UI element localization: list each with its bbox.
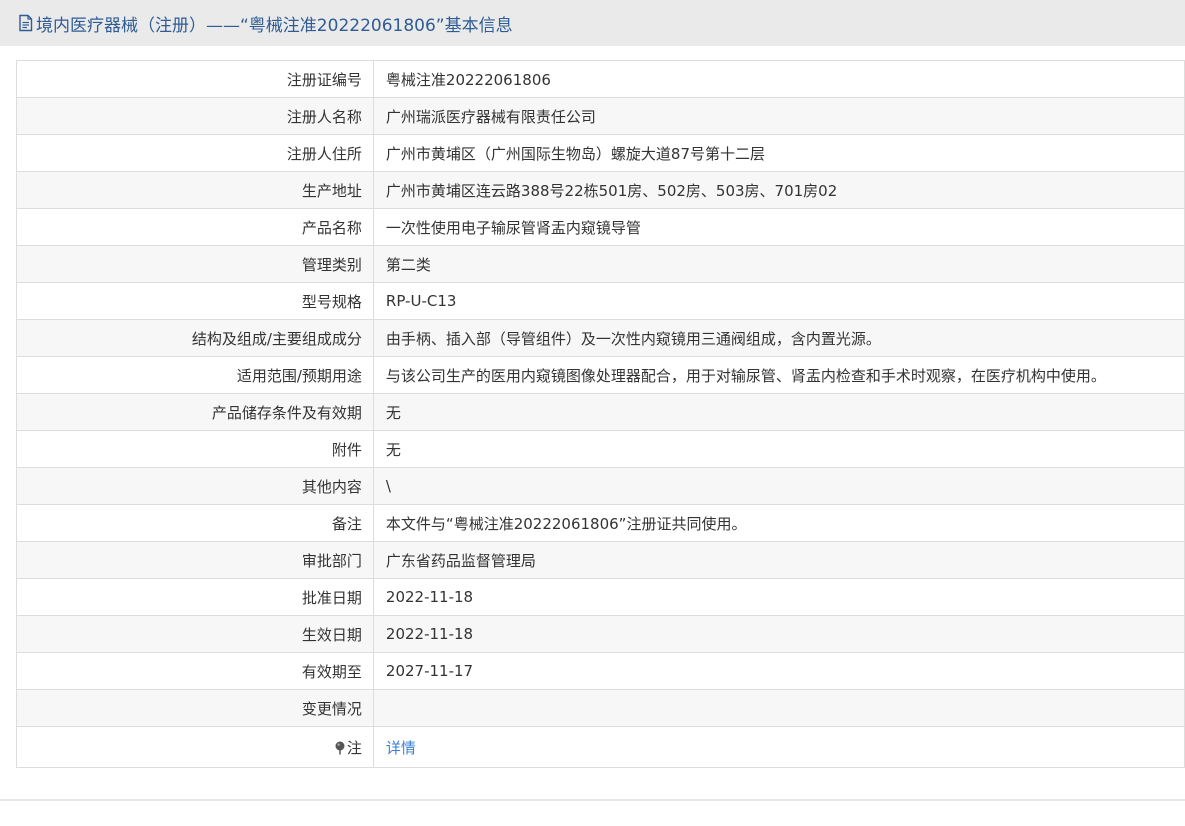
table-row: 注册人住所 广州市黄埔区（广州国际生物岛）螺旋大道87号第十二层 <box>16 134 1185 172</box>
table-row: 注册证编号 粤械注准20222061806 <box>16 60 1185 98</box>
field-value: \ <box>372 467 1185 505</box>
field-label: 生产地址 <box>16 171 374 209</box>
field-value: 2027-11-17 <box>372 652 1185 690</box>
table-row: 型号规格 RP-U-C13 <box>16 282 1185 320</box>
field-value: 广州瑞派医疗器械有限责任公司 <box>372 97 1185 135</box>
table-row: 批准日期 2022-11-18 <box>16 578 1185 616</box>
note-row: 注 详情 <box>16 726 1185 768</box>
note-label-cell: 注 <box>16 726 374 768</box>
field-value: 一次性使用电子输尿管肾盂内窥镜导管 <box>372 208 1185 246</box>
info-table: 注册证编号 粤械注准20222061806 注册人名称 广州瑞派医疗器械有限责任… <box>16 60 1185 768</box>
table-row: 注册人名称 广州瑞派医疗器械有限责任公司 <box>16 97 1185 135</box>
table-row: 备注 本文件与“粤械注准20222061806”注册证共同使用。 <box>16 504 1185 542</box>
field-label: 注册证编号 <box>16 60 374 98</box>
pin-icon <box>335 741 345 754</box>
table-row: 管理类别 第二类 <box>16 245 1185 283</box>
field-label: 审批部门 <box>16 541 374 579</box>
table-row: 产品名称 一次性使用电子输尿管肾盂内窥镜导管 <box>16 208 1185 246</box>
field-label: 结构及组成/主要组成成分 <box>16 319 374 357</box>
field-label: 附件 <box>16 430 374 468</box>
note-label: 注 <box>346 738 362 757</box>
field-label: 批准日期 <box>16 578 374 616</box>
table-row: 附件 无 <box>16 430 1185 468</box>
field-label: 注册人住所 <box>16 134 374 172</box>
field-label: 其他内容 <box>16 467 374 505</box>
field-value: 广州市黄埔区连云路388号22栋501房、502房、503房、701房02 <box>372 171 1185 209</box>
table-row: 生效日期 2022-11-18 <box>16 615 1185 653</box>
field-value: RP-U-C13 <box>372 282 1185 320</box>
field-label: 产品名称 <box>16 208 374 246</box>
field-label: 型号规格 <box>16 282 374 320</box>
field-value: 由手柄、插入部（导管组件）及一次性内窥镜用三通阀组成，含内置光源。 <box>372 319 1185 357</box>
table-row: 其他内容 \ <box>16 467 1185 505</box>
page-header: 境内医疗器械（注册）——“粤械注准20222061806”基本信息 <box>0 0 1185 46</box>
field-value: 粤械注准20222061806 <box>372 60 1185 98</box>
field-label: 产品储存条件及有效期 <box>16 393 374 431</box>
field-value: 与该公司生产的医用内窥镜图像处理器配合，用于对输尿管、肾盂内检查和手术时观察，在… <box>372 356 1185 394</box>
field-label: 生效日期 <box>16 615 374 653</box>
field-value: 2022-11-18 <box>372 615 1185 653</box>
details-link[interactable]: 详情 <box>386 739 416 757</box>
field-label: 变更情况 <box>16 689 374 727</box>
field-label: 适用范围/预期用途 <box>16 356 374 394</box>
field-value <box>372 689 1185 727</box>
field-value: 2022-11-18 <box>372 578 1185 616</box>
field-value: 无 <box>372 393 1185 431</box>
note-value: 详情 <box>372 726 1185 768</box>
field-value: 无 <box>372 430 1185 468</box>
table-row: 变更情况 <box>16 689 1185 727</box>
table-row: 产品储存条件及有效期 无 <box>16 393 1185 431</box>
field-label: 有效期至 <box>16 652 374 690</box>
field-label: 备注 <box>16 504 374 542</box>
bottom-divider <box>0 799 1185 801</box>
table-row: 审批部门 广东省药品监督管理局 <box>16 541 1185 579</box>
document-icon <box>19 14 33 32</box>
field-value: 本文件与“粤械注准20222061806”注册证共同使用。 <box>372 504 1185 542</box>
page-title: 境内医疗器械（注册）——“粤械注准20222061806”基本信息 <box>36 15 513 36</box>
table-row: 生产地址 广州市黄埔区连云路388号22栋501房、502房、503房、701房… <box>16 171 1185 209</box>
table-row: 适用范围/预期用途 与该公司生产的医用内窥镜图像处理器配合，用于对输尿管、肾盂内… <box>16 356 1185 394</box>
field-label: 注册人名称 <box>16 97 374 135</box>
table-row: 结构及组成/主要组成成分 由手柄、插入部（导管组件）及一次性内窥镜用三通阀组成，… <box>16 319 1185 357</box>
field-value: 广东省药品监督管理局 <box>372 541 1185 579</box>
table-row: 有效期至 2027-11-17 <box>16 652 1185 690</box>
field-value: 第二类 <box>372 245 1185 283</box>
field-value: 广州市黄埔区（广州国际生物岛）螺旋大道87号第十二层 <box>372 134 1185 172</box>
field-label: 管理类别 <box>16 245 374 283</box>
